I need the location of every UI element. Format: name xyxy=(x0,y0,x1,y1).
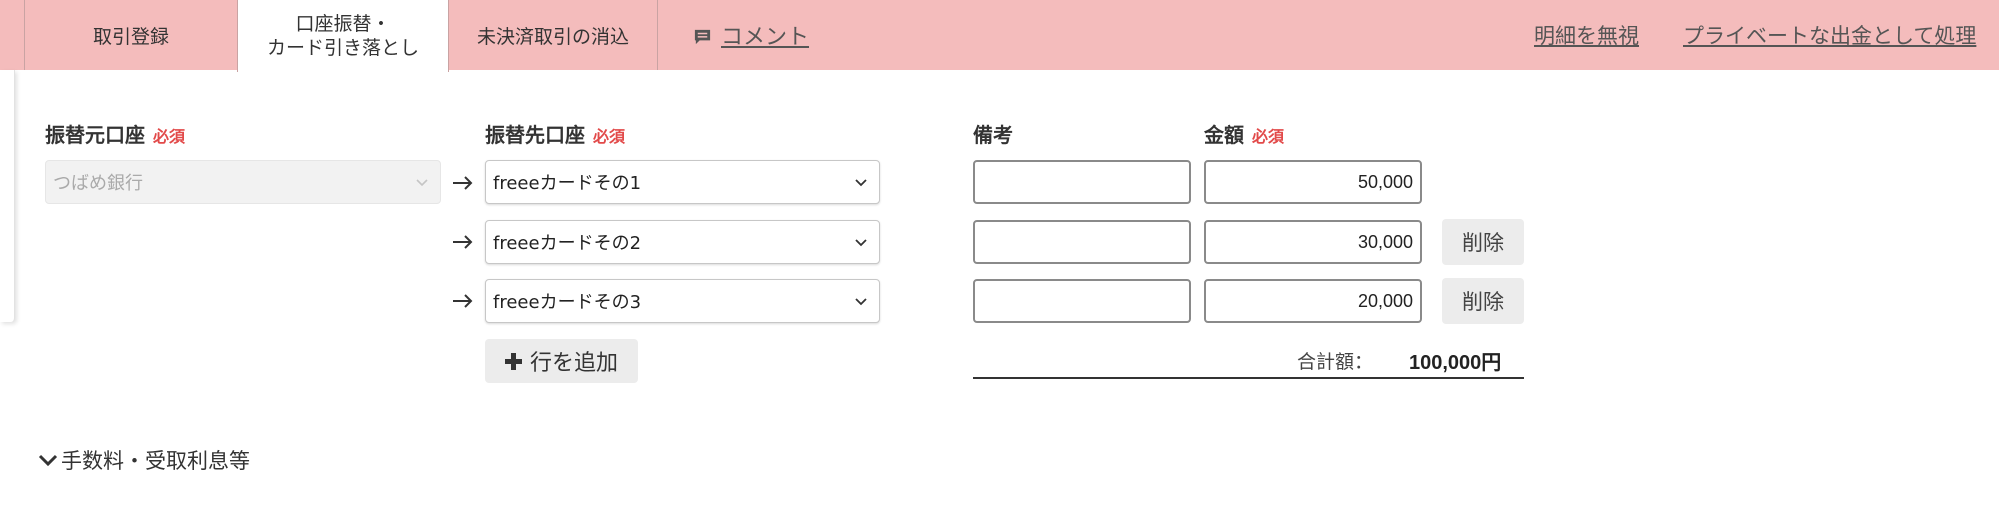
chevron-down-icon xyxy=(38,454,58,467)
to-account-value: freeeカードその3 xyxy=(493,292,642,313)
to-account-value: freeeカードその1 xyxy=(493,173,642,194)
arrow-right-icon xyxy=(453,294,473,308)
tab-account-transfer[interactable]: 口座振替・ カード引き落とし xyxy=(237,0,449,72)
tab-unsettled-clearing[interactable]: 未決済取引の消込 xyxy=(449,0,657,70)
chevron-down-icon xyxy=(855,239,867,247)
from-account-label: 振替元口座 必須 xyxy=(45,123,186,147)
required-badge: 必須 xyxy=(153,127,186,146)
ignore-statement-link[interactable]: 明細を無視 xyxy=(1534,0,1639,70)
memo-input[interactable] xyxy=(973,220,1191,264)
plus-icon xyxy=(504,352,522,370)
fee-section-label: 手数料・受取利息等 xyxy=(61,449,250,473)
to-account-select[interactable]: freeeカードその2 xyxy=(485,220,880,264)
to-account-select[interactable]: freeeカードその1 xyxy=(485,160,880,204)
to-account-value: freeeカードその2 xyxy=(493,233,642,254)
to-account-select[interactable]: freeeカードその3 xyxy=(485,279,880,323)
tab-label: 口座振替・ カード引き落とし xyxy=(266,13,419,59)
tab-bar: 取引登録 口座振替・ カード引き落とし 未決済取引の消込 コメント 明細を無視 プ… xyxy=(0,0,1999,72)
delete-row-button[interactable]: 削除 xyxy=(1442,278,1524,324)
from-account-select: つばめ銀行 xyxy=(45,160,441,204)
amount-label: 金額 必須 xyxy=(1204,123,1285,147)
amount-input[interactable]: 20,000 xyxy=(1204,279,1422,323)
comment-label: コメント xyxy=(721,25,810,50)
comment-link[interactable]: コメント xyxy=(693,0,809,70)
chevron-down-icon xyxy=(855,179,867,187)
total-divider xyxy=(973,377,1524,379)
total-value: 100,000円 xyxy=(1409,352,1502,374)
tab-transaction-entry[interactable]: 取引登録 xyxy=(25,0,237,70)
tab-divider xyxy=(657,0,658,70)
arrow-right-icon xyxy=(453,235,473,249)
amount-input[interactable]: 30,000 xyxy=(1204,220,1422,264)
chevron-down-icon xyxy=(855,298,867,306)
tab-label: 未決済取引の消込 xyxy=(476,25,629,48)
arrow-right-icon xyxy=(453,176,473,190)
total-label: 合計額： xyxy=(1297,351,1374,373)
tab-label: 取引登録 xyxy=(92,25,169,48)
memo-label: 備考 xyxy=(973,123,1013,147)
chevron-down-icon xyxy=(416,179,428,187)
amount-input[interactable]: 50,000 xyxy=(1204,160,1422,204)
required-badge: 必須 xyxy=(593,127,626,146)
required-badge: 必須 xyxy=(1252,127,1285,146)
add-row-label: 行を追加 xyxy=(529,351,618,376)
from-account-value: つばめ銀行 xyxy=(53,173,143,194)
memo-input[interactable] xyxy=(973,279,1191,323)
delete-row-button[interactable]: 削除 xyxy=(1442,219,1524,265)
side-panel-edge xyxy=(0,70,15,322)
add-row-button[interactable]: 行を追加 xyxy=(485,339,638,383)
fee-section-toggle[interactable]: 手数料・受取利息等 xyxy=(38,445,250,475)
memo-input[interactable] xyxy=(973,160,1191,204)
comment-icon xyxy=(694,29,711,44)
private-withdrawal-link[interactable]: プライベートな出金として処理 xyxy=(1683,0,1976,70)
to-account-label: 振替先口座 必須 xyxy=(485,123,626,147)
